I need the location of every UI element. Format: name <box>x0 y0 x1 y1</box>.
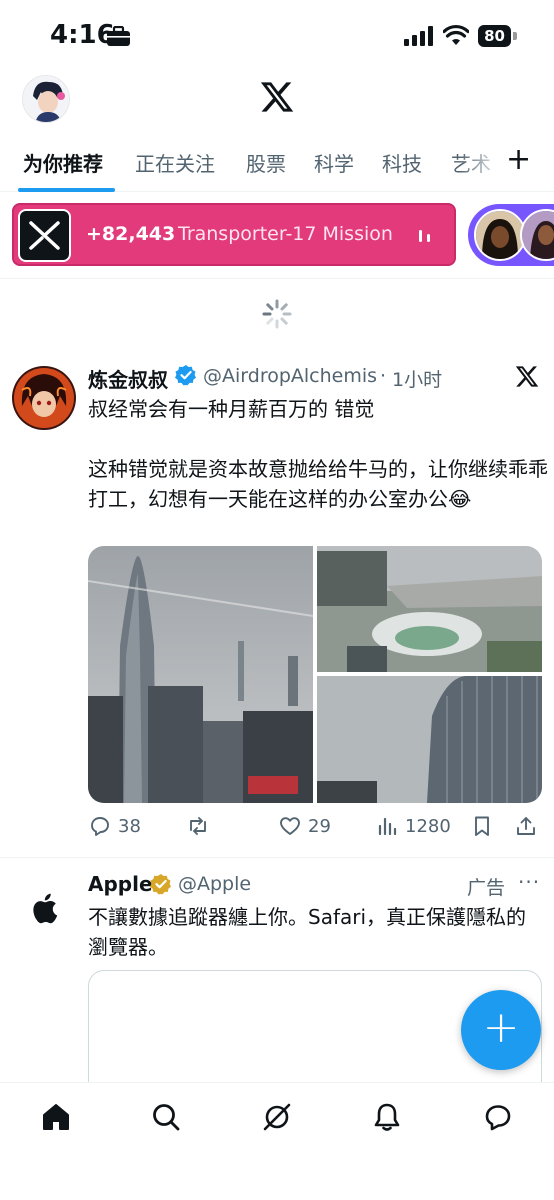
verified-badge-icon <box>175 365 196 386</box>
tab-technology[interactable]: 科技 <box>382 148 422 177</box>
active-tab-indicator <box>18 188 115 192</box>
bookmark-button[interactable] <box>470 812 494 840</box>
battery-indicator: 80 <box>478 25 518 47</box>
live-space-card[interactable]: +82,443 Transporter-17 Mission <box>12 203 456 266</box>
share-icon <box>517 817 535 835</box>
tab-following[interactable]: 正在关注 <box>135 148 215 177</box>
tweet-timestamp[interactable]: 1小时 <box>392 365 442 392</box>
separator-dot: · <box>380 365 387 387</box>
tab-stocks[interactable]: 股票 <box>246 148 286 177</box>
divider <box>0 857 554 858</box>
briefcase-icon <box>107 26 130 46</box>
more-options-button[interactable]: ··· <box>518 870 540 894</box>
apple-logo-icon[interactable] <box>28 890 58 926</box>
tweet-author-handle[interactable]: @AirdropAlchemis <box>203 365 377 387</box>
reply-icon <box>91 817 109 836</box>
space-host-logo <box>18 209 71 262</box>
heart-icon <box>280 817 300 835</box>
tab-science[interactable]: 科学 <box>314 148 354 177</box>
reply-button[interactable]: 38 <box>88 812 141 840</box>
messages-icon[interactable] <box>482 1101 514 1133</box>
loading-spinner-icon <box>262 299 292 329</box>
tweet-author-name[interactable]: 炼金叔叔 <box>88 364 168 393</box>
tweet-text: 叔经常会有一种月薪百万的 错觉 这种错觉就是资本故意抛给给牛马的，让你继续乖乖打… <box>88 397 548 511</box>
share-button[interactable] <box>514 812 538 840</box>
tweet-image[interactable] <box>317 546 542 672</box>
x-logo-icon <box>515 366 539 387</box>
wifi-icon <box>443 24 469 45</box>
reply-count: 38 <box>118 815 141 837</box>
space-title: Transporter-17 Mission <box>178 223 393 245</box>
tweet-actions: 38 29 1280 <box>88 812 542 842</box>
tweet-image[interactable] <box>317 676 542 803</box>
signal-icon <box>404 26 433 46</box>
notifications-bell-icon[interactable] <box>371 1101 403 1133</box>
home-icon[interactable] <box>40 1101 72 1133</box>
audio-bars-icon <box>419 230 430 242</box>
like-button[interactable]: 29 <box>278 812 331 840</box>
views-button[interactable]: 1280 <box>375 812 451 840</box>
space-participants[interactable] <box>468 204 554 266</box>
repost-icon <box>190 817 206 835</box>
battery-level: 80 <box>478 25 511 47</box>
bottom-navigation <box>0 1082 554 1200</box>
ad-author-handle[interactable]: @Apple <box>178 873 251 895</box>
divider <box>0 278 554 279</box>
status-time: 4:16 <box>50 20 115 50</box>
space-listener-count: +82,443 <box>86 223 176 245</box>
tab-for-you[interactable]: 为你推荐 <box>23 148 103 177</box>
like-count: 29 <box>308 815 331 837</box>
x-logo-icon <box>260 82 294 112</box>
tab-bar: 为你推荐 正在关注 股票 科学 科技 艺术 + <box>0 138 554 192</box>
participant-avatar <box>474 209 526 261</box>
compose-button[interactable]: + <box>461 990 541 1070</box>
profile-avatar[interactable] <box>22 75 70 123</box>
add-tab-button[interactable]: + <box>506 142 531 177</box>
ad-author-name[interactable]: Apple <box>88 872 153 896</box>
promoted-label: 广告 <box>467 877 506 899</box>
participant-avatar <box>520 209 554 261</box>
search-icon[interactable] <box>150 1101 182 1133</box>
tweet-author-avatar[interactable] <box>12 366 76 430</box>
view-count: 1280 <box>405 815 451 837</box>
tweet-image[interactable] <box>88 546 313 803</box>
ad-text: 不讓數據追蹤器纏上你。Safari，真正保護隱私的瀏覽器。 <box>88 905 527 959</box>
bookmark-icon <box>475 816 489 836</box>
repost-button[interactable] <box>186 812 210 840</box>
views-chart-icon <box>378 817 397 836</box>
gold-verified-badge-icon <box>150 874 171 895</box>
grok-icon[interactable] <box>261 1101 293 1133</box>
tweet-media-grid <box>88 546 542 803</box>
